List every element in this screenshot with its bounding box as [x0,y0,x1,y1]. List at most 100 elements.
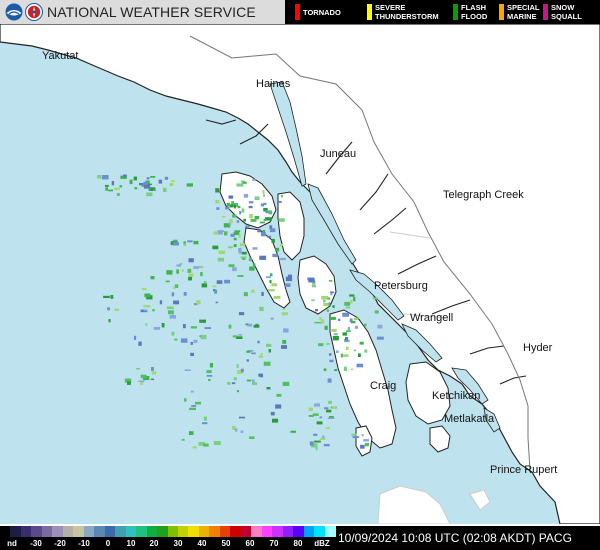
radar-echo [238,334,243,336]
radar-echo [265,343,272,347]
scale-color-cell [167,526,179,537]
radar-echo [364,442,369,447]
scale-label: 60 [245,539,255,548]
city-juneau: Juneau [320,148,357,160]
radar-echo [142,288,147,290]
radar-echo [268,210,273,215]
scale-color-cell [157,526,168,537]
radar-echo [248,201,254,204]
radar-echo [243,194,249,198]
radar-echo [201,422,208,425]
radar-echo [351,320,356,324]
radar-echo [283,328,289,333]
agency-name: NATIONAL WEATHER SERVICE [47,4,256,20]
radar-echo [165,280,170,283]
radar-echo [324,407,329,410]
radar-echo [353,317,359,321]
scale-label: 0 [105,539,111,548]
radar-echo [363,323,367,327]
radar-echo [271,283,278,287]
radar-echo [216,280,223,284]
radar-echo [204,327,211,329]
radar-echo [209,363,213,368]
radar-echo [268,289,275,292]
radar-echo [281,345,287,349]
radar-echo [169,315,176,319]
radar-echo [143,305,151,308]
radar-echo [232,214,237,218]
radar-echo [239,211,242,215]
radar-echo [321,295,328,300]
radar-echo [133,176,137,181]
radar-echo [340,353,343,358]
radar-echo [227,246,233,249]
header-bar: NATIONAL WEATHER SERVICE TORNADO SEVERE T… [0,0,600,24]
radar-echo [314,440,321,443]
radar-echo [236,183,244,187]
radar-echo [232,426,236,430]
radar-echo [150,276,155,280]
radar-echo [326,409,332,413]
radar-echo [343,366,347,371]
radar-echo [245,323,249,326]
radar-echo [114,308,119,311]
radar-echo [358,353,361,357]
radar-echo [249,266,255,271]
radar-echo [147,183,152,186]
radar-echo [245,225,250,228]
radar-echo [190,326,197,329]
radar-echo [129,179,133,185]
scale-color-cell [177,526,189,537]
radar-echo [193,266,199,269]
radar-echo [279,257,286,261]
scale-label: 70 [269,539,279,548]
radar-echo [146,192,153,197]
radar-echo [350,299,353,304]
radar-echo [187,240,193,243]
radar-echo [336,350,339,353]
scale-color-cell [83,526,95,537]
radar-echo [208,379,211,381]
scale-color-cell [94,526,106,537]
radar-echo [259,255,267,260]
radar-echo [164,176,169,180]
radar-echo [266,235,271,238]
radar-echo [114,187,120,190]
radar-echo [212,285,217,288]
radar-echo [353,296,356,302]
city-haines: Haines [256,78,291,90]
radar-echo [233,377,237,381]
radar-echo [215,301,218,304]
radar-echo [353,349,357,352]
legend-swatch [295,4,300,20]
scale-color-cell [324,526,336,537]
radar-map[interactable]: Yakutat Haines Juneau Telegraph Creek Pe… [0,24,600,524]
radar-echo [318,343,324,347]
radar-echo [152,309,155,312]
radar-echo [233,204,236,209]
radar-echo [110,295,114,299]
radar-echo [282,308,285,311]
radar-echo [260,353,263,356]
radar-echo [333,333,338,336]
radar-echo [143,181,149,185]
warning-legend: TORNADO SEVERE THUNDERSTORM FLASH FLOOD SPE… [285,0,600,24]
radar-echo [326,343,330,345]
radar-echo [249,214,253,219]
radar-echo [275,247,280,252]
radar-echo [215,188,220,193]
radar-echo [161,323,165,328]
radar-echo [257,229,261,233]
radar-echo [187,268,192,273]
radar-echo [127,381,131,385]
radar-echo [349,294,355,297]
agency-banner: NATIONAL WEATHER SERVICE [0,0,285,24]
radar-echo [263,218,266,221]
city-petersburg: Petersburg [374,280,428,292]
radar-echo [326,309,329,312]
radar-echo [111,181,115,186]
radar-echo [309,441,314,446]
radar-echo [311,299,315,302]
radar-echo [203,443,209,447]
radar-echo [343,354,349,357]
